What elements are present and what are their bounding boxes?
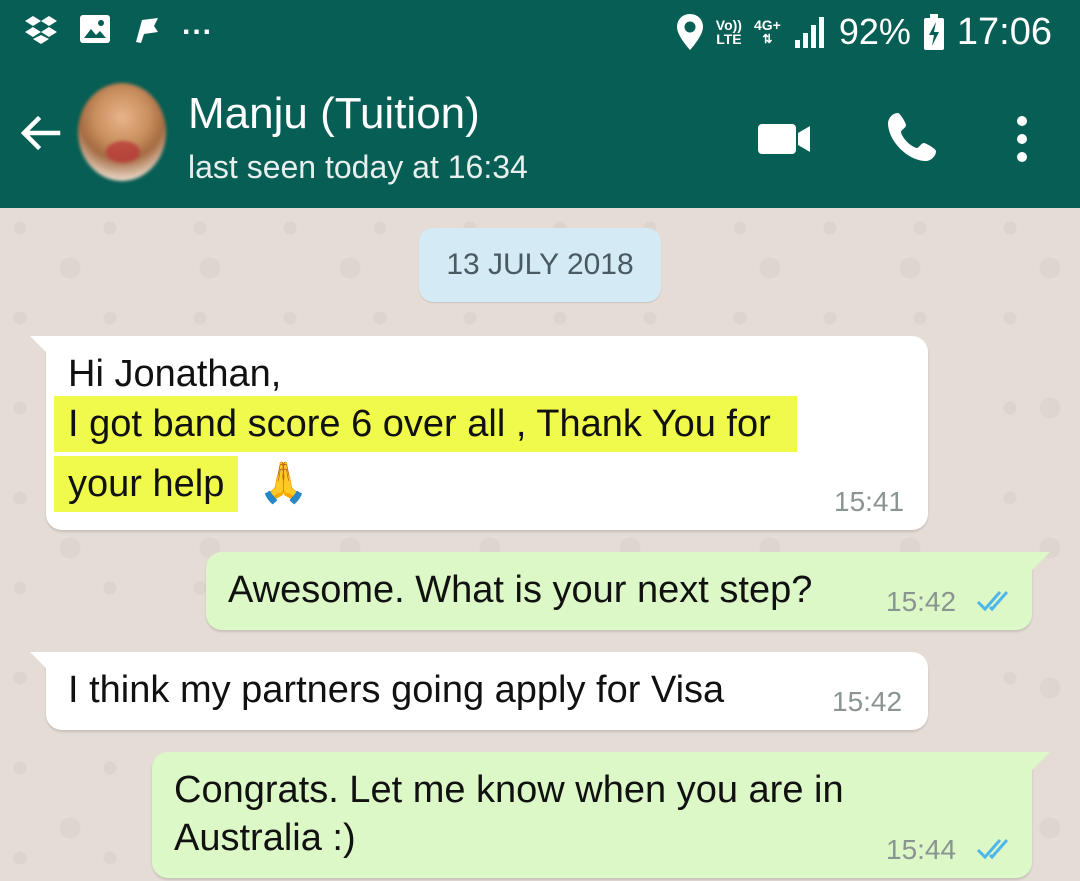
message-list[interactable]: 13 JULY 2018 Hi Jonathan, I got band sco…	[0, 208, 1080, 881]
signal-icon	[794, 17, 824, 48]
location-icon	[676, 14, 703, 50]
chat-header: Manju (Tuition) last seen today at 16:34	[0, 63, 1080, 208]
flag-icon	[136, 18, 158, 43]
message-time: 15:41	[834, 486, 905, 517]
highlighted-text: I got band score 6 over all , Thank You …	[54, 396, 797, 452]
battery-charging-icon	[923, 14, 944, 50]
incoming-message[interactable]: Hi Jonathan, I got band score 6 over all…	[30, 336, 928, 530]
network-indicator: 4G+ ⇅	[753, 17, 781, 46]
outgoing-message[interactable]: Congrats. Let me know when you are in Au…	[152, 752, 1050, 878]
more-vert-icon[interactable]	[1000, 111, 1044, 167]
message-text: Awesome. What is your next step?	[228, 569, 813, 611]
volte-indicator: Vo)) LTE	[715, 17, 742, 47]
image-icon	[80, 15, 110, 43]
last-seen-status: last seen today at 16:34	[188, 149, 528, 185]
voice-call-icon[interactable]	[884, 109, 940, 165]
message-text: Congrats. Let me know when you are in	[174, 769, 844, 811]
highlighted-text: your help	[54, 456, 239, 512]
clock: 17:06	[956, 11, 1052, 53]
message-text: I think my partners going apply for Visa	[68, 669, 725, 711]
message-time: 15:42	[886, 586, 957, 617]
video-call-icon[interactable]	[756, 111, 812, 167]
message-text: Hi Jonathan,	[68, 353, 282, 395]
message-time: 15:42	[832, 686, 903, 717]
dropbox-icon	[25, 16, 57, 44]
status-bar: ... Vo)) LTE 4G+ ⇅ 92% 17:06	[0, 0, 1080, 63]
more-notifications-icon: ...	[182, 8, 214, 41]
battery-percentage: 92%	[838, 11, 911, 52]
folded-hands-emoji: 🙏	[258, 461, 309, 505]
message-text: Australia :)	[174, 817, 356, 859]
back-arrow-icon[interactable]	[18, 111, 62, 155]
outgoing-message[interactable]: Awesome. What is your next step? 15:42	[206, 552, 1050, 630]
message-time: 15:44	[886, 834, 957, 865]
contact-name[interactable]: Manju (Tuition)	[188, 88, 480, 140]
incoming-message[interactable]: I think my partners going apply for Visa…	[30, 652, 928, 730]
avatar[interactable]	[78, 83, 166, 181]
read-receipt-icon	[976, 839, 1009, 860]
system-status: Vo)) LTE 4G+ ⇅ 92% 17:06	[676, 8, 1052, 56]
read-receipt-icon	[976, 591, 1009, 612]
notification-icons: ...	[24, 8, 214, 46]
date-divider: 13 JULY 2018	[419, 228, 661, 302]
